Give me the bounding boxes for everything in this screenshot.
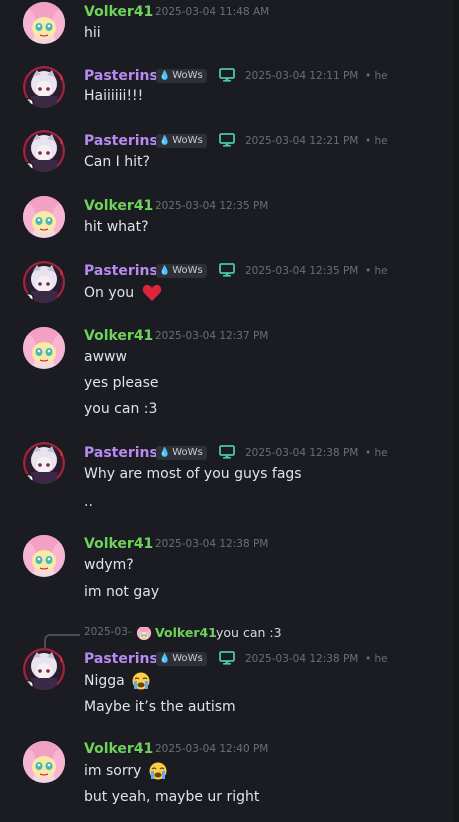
- guild-tag[interactable]: 💧 WoWs: [156, 652, 207, 666]
- desktop-icon: [219, 68, 235, 82]
- timestamp: 2025-03-04 12:38 PM: [155, 538, 269, 550]
- water-drop-icon: 💧: [159, 448, 171, 458]
- author-name[interactable]: Volker41: [84, 4, 153, 20]
- message-text: wdym?: [84, 557, 134, 573]
- message-text-content: im sorry: [84, 763, 142, 779]
- desktop-icon: [219, 651, 235, 665]
- timestamp: 2025-03-04 12:37 PM: [155, 330, 269, 342]
- desktop-icon: [219, 133, 235, 147]
- avatar-pasterins[interactable]: [23, 261, 65, 303]
- red-heart-icon: [142, 284, 161, 301]
- pronouns: • he: [365, 70, 388, 82]
- water-drop-icon: 💧: [159, 654, 171, 664]
- avatar-volker[interactable]: [23, 327, 65, 369]
- loudly-crying-face-icon: [148, 762, 167, 780]
- pronouns: • he: [365, 265, 388, 277]
- loudly-crying-face-icon: [132, 672, 151, 690]
- message: Volker41 2025-03-04 11:48 AM hii: [0, 0, 452, 60]
- author-name[interactable]: Volker41: [84, 741, 153, 757]
- timestamp: 2025-03-04 12:35 PM: [155, 200, 269, 212]
- message-text-content: Nigga: [84, 673, 125, 689]
- guild-tag[interactable]: 💧 WoWs: [156, 69, 207, 83]
- message: Volker41 2025-03-04 12:37 PM awww yes pl…: [0, 323, 452, 435]
- timestamp: 2025-03-04 12:35 PM: [245, 265, 359, 277]
- avatar-pasterins[interactable]: [23, 130, 65, 172]
- author-name[interactable]: Volker41: [84, 536, 153, 552]
- pronouns: • he: [365, 135, 388, 147]
- message: Volker41 2025-03-04 12:40 PM im sorry bu…: [0, 735, 452, 822]
- author-name[interactable]: Volker41: [84, 198, 153, 214]
- reply-author[interactable]: Volker41: [155, 625, 217, 640]
- message: Pasterins 💧 WoWs 2025-03-04 12:38 PM • he…: [0, 640, 452, 735]
- message-text: Haiiiiii!!!: [84, 88, 144, 104]
- message-text: but yeah, maybe ur right: [84, 789, 260, 805]
- message: Volker41 2025-03-04 12:38 PM wdym? im no…: [0, 532, 452, 620]
- reply-timestamp: 2025-03-: [84, 626, 132, 638]
- guild-tag[interactable]: 💧 WoWs: [156, 264, 207, 278]
- message: Pasterins 💧 WoWs 2025-03-04 12:35 PM • he…: [0, 255, 452, 323]
- pronouns: • he: [365, 447, 388, 459]
- timestamp: 2025-03-04 12:40 PM: [155, 743, 269, 755]
- reply-preview[interactable]: you can :3: [216, 625, 282, 640]
- author-name[interactable]: Volker41: [84, 328, 153, 344]
- pronouns: • he: [365, 653, 388, 665]
- message: Volker41 2025-03-04 12:35 PM hit what?: [0, 190, 452, 255]
- message-text: Nigga: [84, 672, 151, 690]
- author-name[interactable]: Pasterins: [84, 68, 158, 84]
- author-name[interactable]: Pasterins: [84, 651, 158, 667]
- message-text: Can I hit?: [84, 154, 150, 170]
- guild-tag[interactable]: 💧 WoWs: [156, 134, 207, 148]
- avatar-pasterins[interactable]: [23, 648, 65, 690]
- water-drop-icon: 💧: [159, 136, 171, 146]
- message-text: On you: [84, 284, 162, 302]
- message-text: you can :3: [84, 401, 158, 417]
- avatar-volker[interactable]: [23, 196, 65, 238]
- avatar-pasterins[interactable]: [23, 66, 65, 108]
- author-name[interactable]: Pasterins: [84, 133, 158, 149]
- desktop-icon: [219, 445, 235, 459]
- reply-avatar[interactable]: [137, 626, 151, 640]
- message: Pasterins 💧 WoWs 2025-03-04 12:21 PM • he…: [0, 125, 452, 190]
- scrollbar[interactable]: [453, 0, 459, 822]
- guild-tag[interactable]: 💧 WoWs: [156, 446, 207, 460]
- message-text: im not gay: [84, 584, 160, 600]
- message-text: awww: [84, 349, 127, 365]
- author-name[interactable]: Pasterins: [84, 445, 158, 461]
- message-text: hit what?: [84, 219, 149, 235]
- timestamp: 2025-03-04 11:48 AM: [155, 6, 270, 18]
- author-name[interactable]: Pasterins: [84, 263, 158, 279]
- message: Pasterins 💧 WoWs 2025-03-04 12:11 PM • he…: [0, 60, 452, 125]
- timestamp: 2025-03-04 12:21 PM: [245, 135, 359, 147]
- water-drop-icon: 💧: [159, 71, 171, 81]
- avatar-volker[interactable]: [23, 741, 65, 783]
- timestamp: 2025-03-04 12:11 PM: [245, 70, 359, 82]
- message-text: Maybe it’s the autism: [84, 699, 236, 715]
- avatar-volker[interactable]: [23, 2, 65, 44]
- message-text: hii: [84, 25, 101, 41]
- message-text: Why are most of you guys fags: [84, 466, 302, 482]
- timestamp: 2025-03-04 12:38 PM: [245, 447, 359, 459]
- avatar-pasterins[interactable]: [23, 442, 65, 484]
- water-drop-icon: 💧: [159, 266, 171, 276]
- message-text: ..: [84, 494, 93, 510]
- message: Pasterins 💧 WoWs 2025-03-04 12:38 PM • he…: [0, 435, 452, 532]
- desktop-icon: [219, 263, 235, 277]
- timestamp: 2025-03-04 12:38 PM: [245, 653, 359, 665]
- message-text-content: On you: [84, 285, 135, 301]
- message-text: yes please: [84, 375, 159, 391]
- avatar-volker[interactable]: [23, 535, 65, 577]
- message-text: im sorry: [84, 762, 167, 780]
